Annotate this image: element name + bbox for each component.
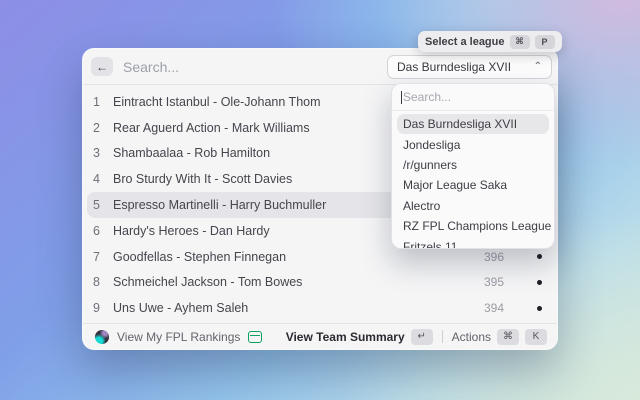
rank-number: 6: [93, 224, 104, 238]
fpl-app-icon: [95, 330, 109, 344]
status-dot-icon: [537, 254, 542, 259]
league-option-label: Fritzels 11: [403, 240, 457, 249]
league-options-list: Das Burndesliga XVII Jondesliga /r/gunne…: [392, 111, 554, 249]
status-dot-icon: [537, 280, 542, 285]
rank-number: 9: [93, 301, 104, 315]
rank-number: 7: [93, 250, 104, 264]
ranking-row[interactable]: 9 Uns Uwe - Ayhem Saleh 394: [83, 295, 557, 321]
league-option[interactable]: Major League Saka: [397, 175, 549, 195]
row-meta: 396: [484, 250, 542, 264]
rank-number: 8: [93, 275, 104, 289]
ranking-row[interactable]: 8 Schmeichel Jackson - Tom Bowes 395: [83, 270, 557, 296]
league-option-label: Das Burndesliga XVII: [403, 117, 517, 131]
points-value: 396: [484, 250, 504, 264]
search-input[interactable]: Search...: [123, 59, 387, 75]
k-key-icon: K: [525, 329, 547, 345]
desktop-background: Select a league ⌘ P ← Search... Das Burn…: [0, 0, 640, 400]
team-manager-label: Schmeichel Jackson - Tom Bowes: [113, 275, 484, 289]
tooltip-label: Select a league: [425, 36, 505, 48]
rank-number: 4: [93, 172, 104, 186]
row-meta: 394: [484, 301, 542, 315]
row-meta: 395: [484, 275, 542, 289]
league-select-value: Das Burndesliga XVII: [397, 60, 511, 74]
chevron-up-icon: ⌃: [534, 61, 542, 72]
points-value: 395: [484, 275, 504, 289]
league-option[interactable]: Das Burndesliga XVII: [397, 114, 549, 134]
league-option-label: RZ FPL Champions League 22/23: [403, 219, 555, 233]
list-view-icon: [248, 331, 262, 343]
command-key-icon: ⌘: [497, 329, 519, 345]
points-value: 394: [484, 301, 504, 315]
league-option-label: Jondesliga: [403, 138, 460, 152]
back-button[interactable]: ←: [91, 57, 113, 76]
back-arrow-icon: ←: [96, 60, 108, 74]
team-manager-label: Goodfellas - Stephen Finnegan: [113, 250, 484, 264]
league-option[interactable]: Jondesliga: [397, 134, 549, 154]
league-option[interactable]: RZ FPL Champions League 22/23: [397, 216, 549, 236]
league-option[interactable]: /r/gunners: [397, 155, 549, 175]
p-key-icon: P: [535, 35, 555, 49]
league-option-label: Major League Saka: [403, 178, 507, 192]
footer-actions: View Team Summary ↵ Actions ⌘ K: [286, 329, 547, 345]
command-title: View My FPL Rankings: [117, 330, 240, 344]
window-footer: View My FPL Rankings View Team Summary ↵…: [83, 323, 557, 349]
view-team-summary-button[interactable]: View Team Summary: [286, 330, 405, 344]
actions-button[interactable]: Actions: [452, 330, 491, 344]
dropdown-search-placeholder: Search...: [403, 90, 451, 104]
rank-number: 5: [93, 198, 104, 212]
rank-number: 3: [93, 146, 104, 160]
text-cursor: [401, 91, 402, 104]
league-dropdown-panel: Search... Das Burndesliga XVII Jondeslig…: [391, 83, 555, 249]
footer-divider: [442, 330, 443, 343]
enter-key-icon: ↵: [411, 329, 433, 345]
status-dot-icon: [537, 306, 542, 311]
team-manager-label: Uns Uwe - Ayhem Saleh: [113, 301, 484, 315]
league-select-trigger[interactable]: Das Burndesliga XVII ⌃: [387, 55, 552, 79]
window-header: ← Search... Das Burndesliga XVII ⌃: [83, 49, 557, 85]
league-option[interactable]: Alectro: [397, 196, 549, 216]
league-option-label: Alectro: [403, 199, 440, 213]
rank-number: 2: [93, 121, 104, 135]
league-option[interactable]: Fritzels 11: [397, 236, 549, 249]
league-option-label: /r/gunners: [403, 158, 457, 172]
rank-number: 1: [93, 95, 104, 109]
command-key-icon: ⌘: [510, 35, 530, 49]
dropdown-search-input[interactable]: Search...: [392, 84, 554, 111]
select-league-tooltip: Select a league ⌘ P: [418, 31, 562, 52]
